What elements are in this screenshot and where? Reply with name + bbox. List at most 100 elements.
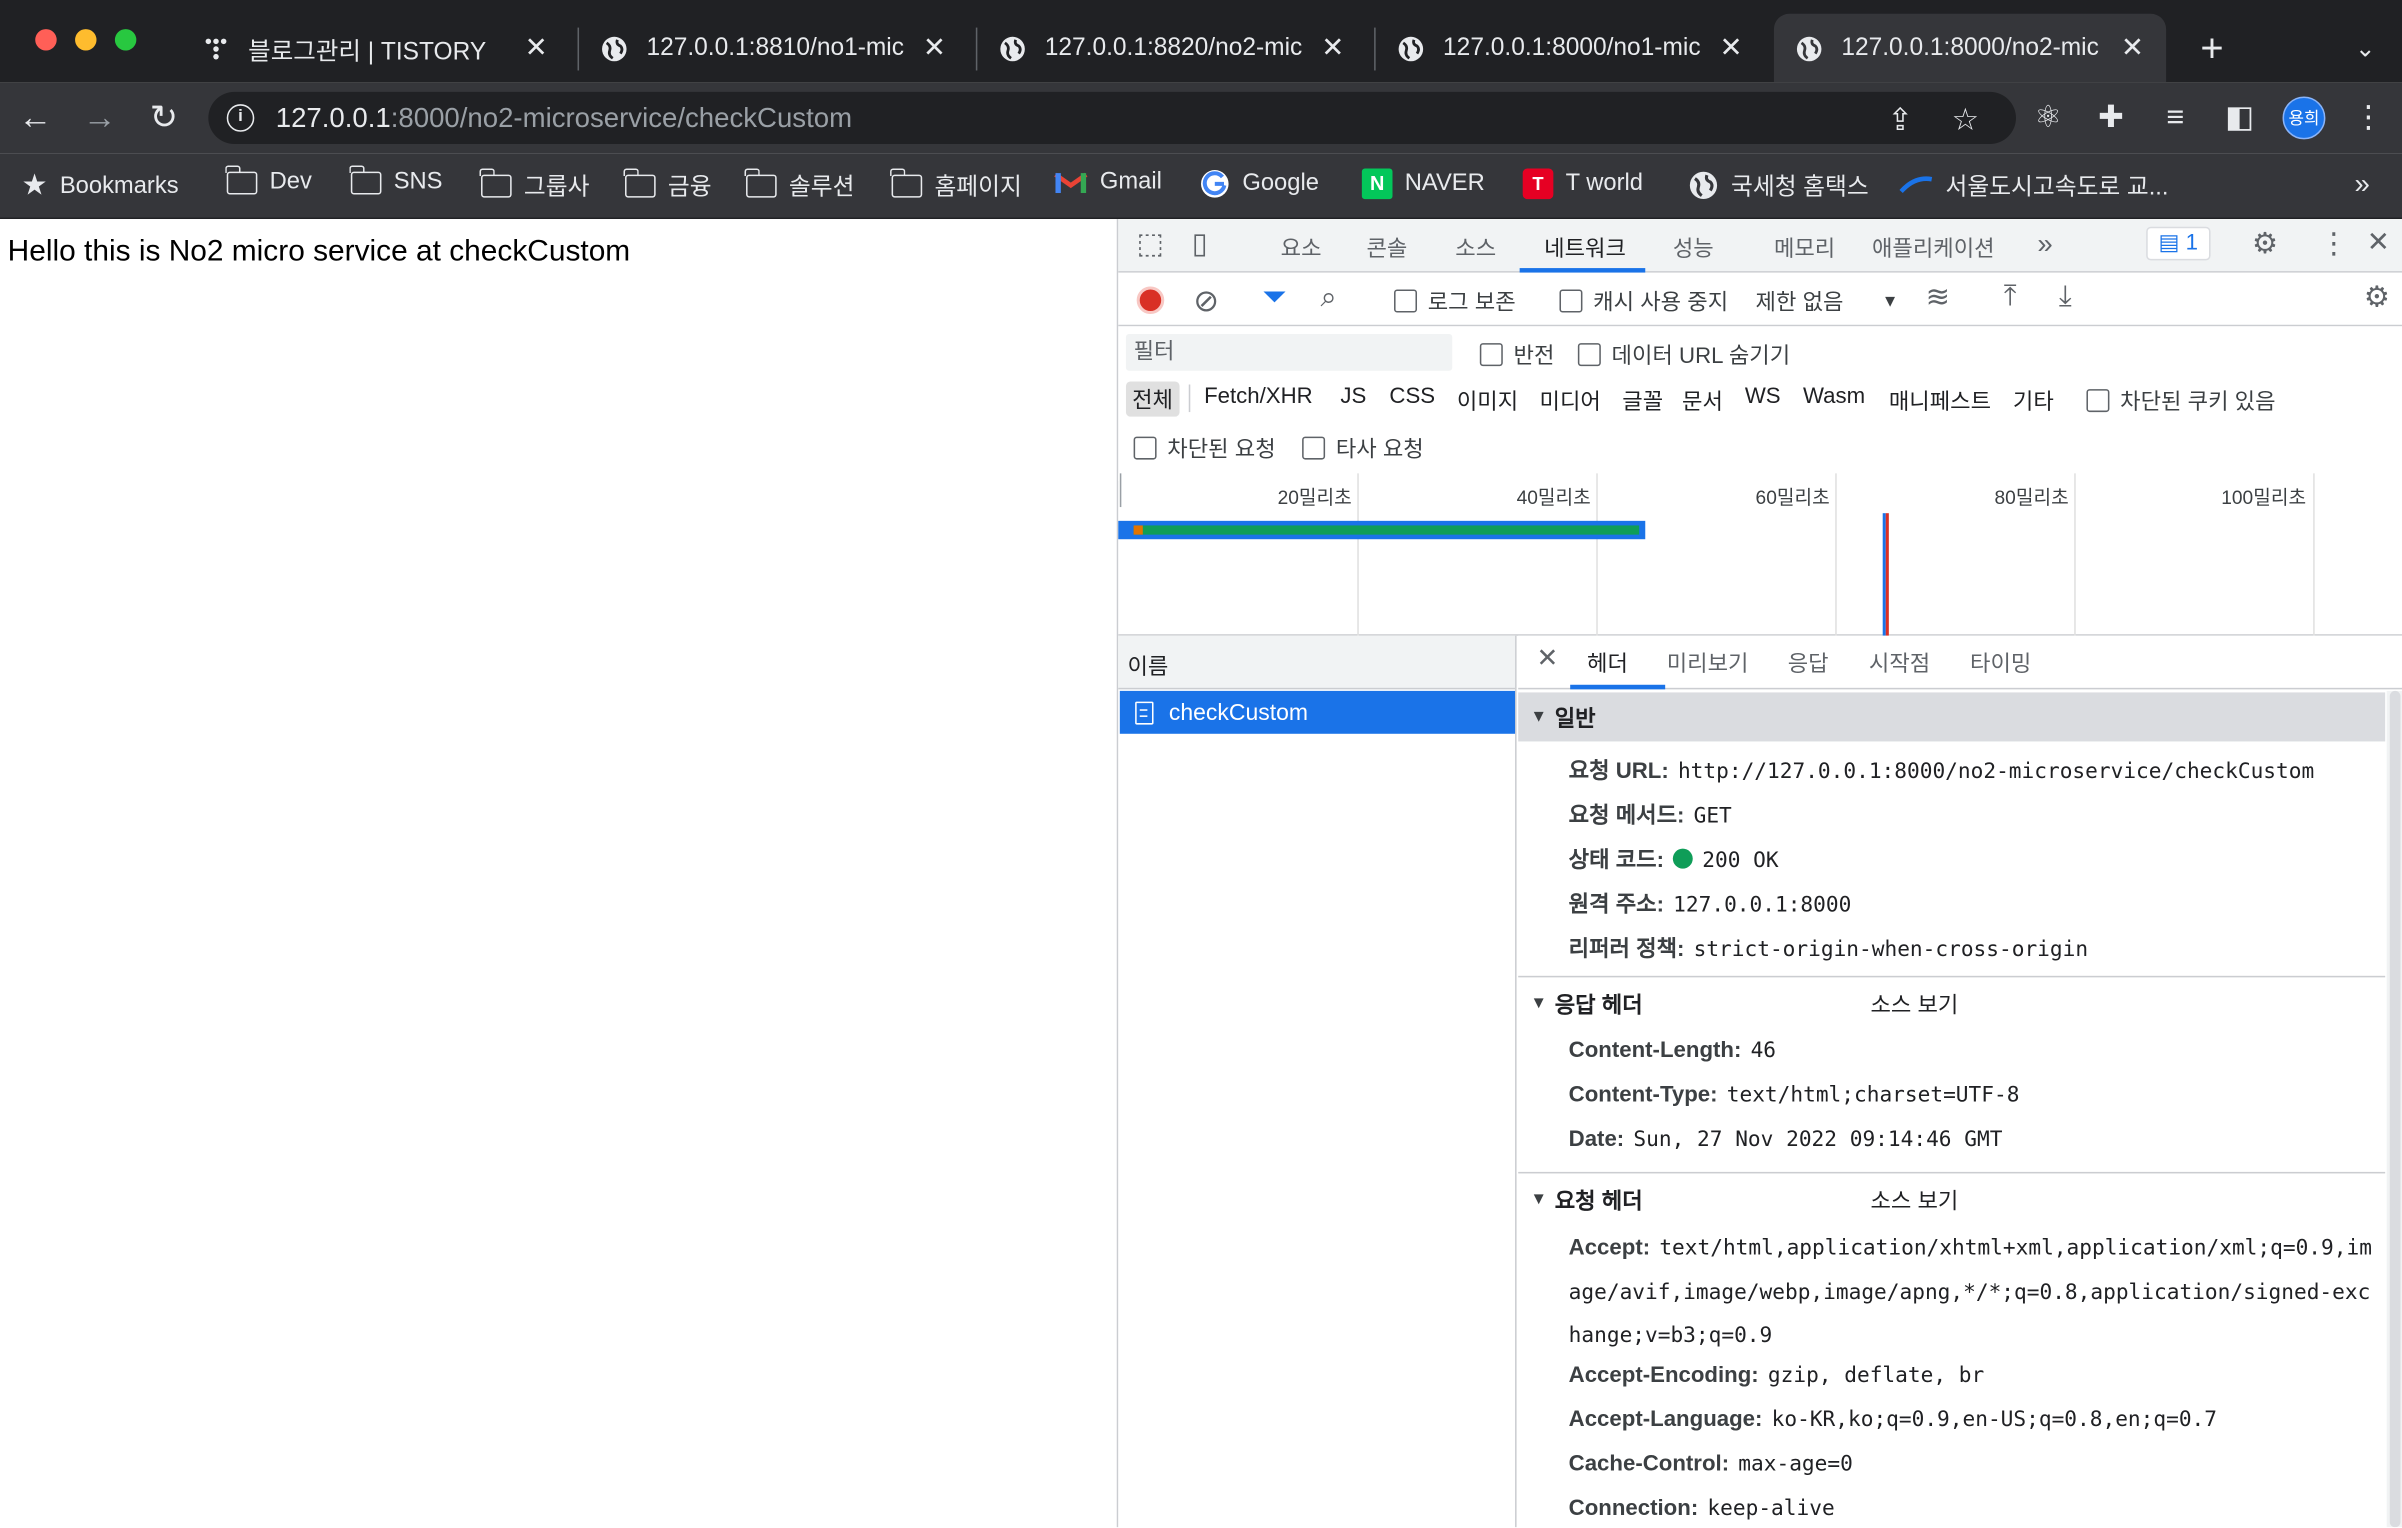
- filter-type-js[interactable]: JS: [1340, 385, 1366, 410]
- tab-performance[interactable]: 성능: [1673, 231, 1714, 263]
- browser-tab[interactable]: 127.0.0.1:8820/no2-mic ✕: [983, 14, 1366, 83]
- filter-type-img[interactable]: 이미지: [1457, 385, 1518, 417]
- name-column-header[interactable]: 이름: [1118, 635, 1516, 690]
- tab-elements[interactable]: 요소: [1281, 231, 1322, 263]
- network-settings-gear-icon[interactable]: ⚙: [2364, 280, 2390, 315]
- detail-scrollbar[interactable]: [2386, 690, 2402, 1528]
- disable-cache-checkbox[interactable]: 캐시 사용 중지: [1559, 285, 1728, 317]
- issues-badge[interactable]: ▤ 1: [2146, 226, 2211, 261]
- side-panel-icon[interactable]: ◧: [2223, 101, 2257, 135]
- checkbox[interactable]: [1559, 289, 1583, 313]
- browser-tab-active[interactable]: 127.0.0.1:8000/no2-mic ✕: [1773, 13, 2167, 83]
- site-info-icon[interactable]: i: [226, 104, 255, 132]
- device-toolbar-icon[interactable]: ▯: [1192, 227, 1208, 262]
- inspect-element-icon[interactable]: ⬚: [1137, 227, 1165, 262]
- bookmark-gmail[interactable]: Gmail: [1054, 169, 1162, 197]
- maximize-window-button[interactable]: [114, 29, 137, 51]
- bookmark-tworld[interactable]: T T world: [1522, 168, 1643, 200]
- share-icon[interactable]: ⇪: [1887, 101, 1913, 139]
- detail-tab-initiator[interactable]: 시작점: [1869, 646, 1930, 678]
- react-devtools-icon[interactable]: ⚛: [2031, 101, 2065, 135]
- close-tab-icon[interactable]: ✕: [518, 32, 555, 64]
- request-headers-section-header[interactable]: ▼ 요청 헤더 소스 보기: [1518, 1175, 2385, 1224]
- more-tabs-button[interactable]: »: [2037, 228, 2052, 260]
- filter-type-other[interactable]: 기타: [2013, 385, 2054, 417]
- close-devtools-icon[interactable]: ✕: [2367, 227, 2390, 259]
- extensions-puzzle-icon[interactable]: ✚: [2094, 101, 2128, 135]
- browser-tab[interactable]: 블로그관리 | TISTORY ✕: [187, 14, 570, 83]
- hide-data-urls-checkbox[interactable]: 데이터 URL 숨기기: [1577, 339, 1790, 371]
- bookmark-item[interactable]: ★ Bookmarks: [21, 169, 178, 204]
- close-tab-icon[interactable]: ✕: [916, 32, 953, 64]
- filter-type-wasm[interactable]: Wasm: [1803, 385, 1865, 410]
- bookmark-seoul-expressway[interactable]: 서울도시고속도로 교...: [1899, 169, 2169, 203]
- import-har-icon[interactable]: ⤒: [2004, 280, 2017, 314]
- tab-sources[interactable]: 소스: [1455, 231, 1496, 263]
- back-arrow-icon[interactable]: ←: [12, 95, 58, 141]
- filter-type-fetch-xhr[interactable]: Fetch/XHR: [1204, 385, 1313, 410]
- detail-tab-timing[interactable]: 타이밍: [1970, 646, 2031, 678]
- record-button[interactable]: [1136, 286, 1165, 315]
- browser-tab[interactable]: 127.0.0.1:8810/no1-mic ✕: [585, 14, 968, 83]
- checkbox[interactable]: [1394, 289, 1418, 313]
- filter-type-media[interactable]: 미디어: [1540, 385, 1601, 417]
- general-section-header[interactable]: ▼ 일반: [1518, 692, 2386, 742]
- network-conditions-icon[interactable]: ≋: [1926, 280, 1950, 315]
- forward-arrow-icon[interactable]: →: [77, 95, 123, 141]
- request-row-selected[interactable]: checkCustom: [1119, 690, 1516, 734]
- close-detail-icon[interactable]: ✕: [1536, 643, 1558, 674]
- bookmark-folder-sns[interactable]: SNS: [349, 164, 443, 197]
- filter-type-all[interactable]: 전체: [1125, 381, 1180, 417]
- filter-type-css[interactable]: CSS: [1389, 385, 1435, 410]
- response-headers-section-header[interactable]: ▼ 응답 헤더 소스 보기: [1518, 979, 2385, 1028]
- address-url[interactable]: 127.0.0.1:8000/no2-microservice/checkCus…: [276, 103, 852, 135]
- bookmark-folder-finance[interactable]: 금융: [624, 167, 712, 203]
- bookmark-folder-solution[interactable]: 솔루션: [745, 167, 854, 203]
- network-overview-timeline[interactable]: 20밀리초 40밀리초 60밀리초 80밀리초 100밀리초: [1118, 473, 2402, 636]
- filter-type-manifest[interactable]: 매니페스트: [1889, 385, 1991, 417]
- third-party-checkbox[interactable]: 타사 요청: [1302, 432, 1424, 464]
- blocked-cookies-checkbox[interactable]: 차단된 쿠키 있음: [2086, 385, 2276, 417]
- detail-tab-preview[interactable]: 미리보기: [1667, 646, 1749, 678]
- address-bar[interactable]: i 127.0.0.1:8000/no2-microservice/checkC…: [208, 91, 2016, 144]
- close-tab-icon[interactable]: ✕: [1713, 32, 1750, 64]
- checkbox[interactable]: [1302, 436, 1326, 460]
- throttle-select[interactable]: 제한 없음 ▼: [1756, 285, 1899, 317]
- bookmarks-overflow-button[interactable]: »: [2355, 169, 2370, 201]
- bookmark-google[interactable]: Google: [1199, 169, 1319, 200]
- tab-search-chevron-icon[interactable]: ⌄: [2347, 14, 2384, 83]
- bookmark-hometax[interactable]: 국세청 홈택스: [1688, 169, 1869, 203]
- invert-checkbox[interactable]: 반전: [1479, 339, 1554, 371]
- bookmark-naver[interactable]: N NAVER: [1361, 168, 1485, 200]
- clear-icon[interactable]: ⊘: [1193, 282, 1219, 320]
- browser-tab[interactable]: 127.0.0.1:8000/no1-mic ✕: [1382, 14, 1765, 83]
- new-tab-button[interactable]: +: [2191, 14, 2234, 83]
- reading-list-icon[interactable]: ≡: [2158, 101, 2192, 135]
- bookmark-folder-homepage[interactable]: 홈페이지: [890, 167, 1022, 203]
- settings-gear-icon[interactable]: ⚙: [2252, 227, 2278, 262]
- close-tab-icon[interactable]: ✕: [2114, 32, 2151, 64]
- filter-type-ws[interactable]: WS: [1745, 385, 1781, 410]
- close-tab-icon[interactable]: ✕: [1314, 32, 1351, 64]
- export-har-icon[interactable]: ⤓: [2059, 280, 2072, 314]
- devtools-menu-icon[interactable]: ⋮: [2319, 227, 2348, 262]
- filter-type-doc[interactable]: 문서: [1682, 385, 1723, 417]
- more-menu-icon[interactable]: ⋮: [2351, 101, 2385, 135]
- filter-input[interactable]: 필터: [1125, 333, 1453, 371]
- checkbox[interactable]: [2086, 389, 2110, 413]
- tab-memory[interactable]: 메모리: [1774, 231, 1835, 263]
- checkbox[interactable]: [1133, 436, 1157, 460]
- bookmark-folder-dev[interactable]: Dev: [225, 164, 312, 197]
- reload-icon[interactable]: ↻: [141, 95, 187, 141]
- filter-funnel-icon[interactable]: ⏷: [1262, 280, 1287, 315]
- tab-network[interactable]: 네트워크: [1544, 231, 1626, 263]
- minimize-window-button[interactable]: [75, 29, 97, 51]
- tab-application[interactable]: 애플리케이션: [1872, 231, 1995, 263]
- tab-console[interactable]: 콘솔: [1366, 231, 1407, 263]
- blocked-requests-checkbox[interactable]: 차단된 요청: [1133, 432, 1276, 464]
- view-source-link[interactable]: 소스 보기: [1870, 1183, 1958, 1215]
- close-window-button[interactable]: [35, 29, 57, 51]
- detail-tab-headers[interactable]: 헤더: [1587, 646, 1628, 678]
- detail-tab-response[interactable]: 응답: [1788, 646, 1829, 678]
- checkbox[interactable]: [1577, 343, 1601, 367]
